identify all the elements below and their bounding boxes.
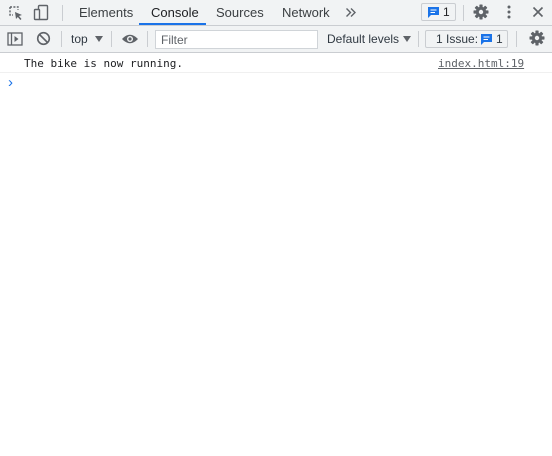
tab-elements[interactable]: Elements	[79, 0, 133, 25]
issues-badge[interactable]: 1 Issue: 1	[425, 30, 508, 48]
console-message: The bike is now running. index.html:19	[0, 53, 552, 73]
inspect-element-icon[interactable]	[8, 5, 24, 21]
tabbar-separator	[463, 5, 464, 21]
context-label: top	[71, 32, 88, 46]
eye-icon[interactable]	[121, 33, 139, 45]
console-message-source-link[interactable]: index.html:19	[438, 57, 524, 70]
clear-console-icon[interactable]	[36, 31, 51, 46]
gear-icon[interactable]	[473, 4, 489, 20]
active-tab-indicator	[139, 23, 206, 25]
toolbar-separator	[111, 31, 112, 47]
more-vertical-icon[interactable]	[503, 4, 515, 20]
tab-console[interactable]: Console	[151, 0, 199, 25]
close-icon[interactable]	[532, 6, 544, 18]
device-toolbar-icon[interactable]	[33, 4, 49, 21]
messages-count: 1	[443, 5, 450, 19]
tab-network[interactable]: Network	[282, 0, 330, 25]
issues-count: 1	[496, 32, 503, 46]
console-message-text: The bike is now running.	[24, 57, 183, 70]
issues-label: 1 Issue:	[436, 32, 479, 46]
message-icon	[481, 34, 492, 45]
prompt-chevron-icon: ›	[8, 74, 13, 91]
dropdown-arrow-icon	[403, 36, 411, 42]
gear-icon[interactable]	[529, 30, 545, 46]
toolbar-separator	[61, 31, 62, 47]
toolbar-separator	[147, 31, 148, 47]
message-icon	[428, 7, 439, 18]
toolbar-separator	[418, 31, 419, 47]
console-prompt[interactable]: ›	[0, 73, 552, 93]
sidebar-toggle-icon[interactable]	[7, 32, 23, 46]
devtools-tabbar: Elements Console Sources Network 1	[0, 0, 552, 26]
dropdown-arrow-icon	[95, 36, 103, 42]
tabbar-separator	[62, 5, 63, 21]
context-selector[interactable]: top	[71, 26, 107, 52]
double-chevron-right-icon[interactable]	[345, 7, 357, 18]
messages-badge[interactable]: 1	[421, 3, 456, 21]
log-levels-label: Default levels	[327, 32, 400, 46]
log-levels-dropdown[interactable]: Default levels	[327, 26, 413, 52]
tab-sources[interactable]: Sources	[216, 0, 264, 25]
toolbar-separator	[516, 31, 517, 47]
filter-input[interactable]	[155, 30, 318, 49]
